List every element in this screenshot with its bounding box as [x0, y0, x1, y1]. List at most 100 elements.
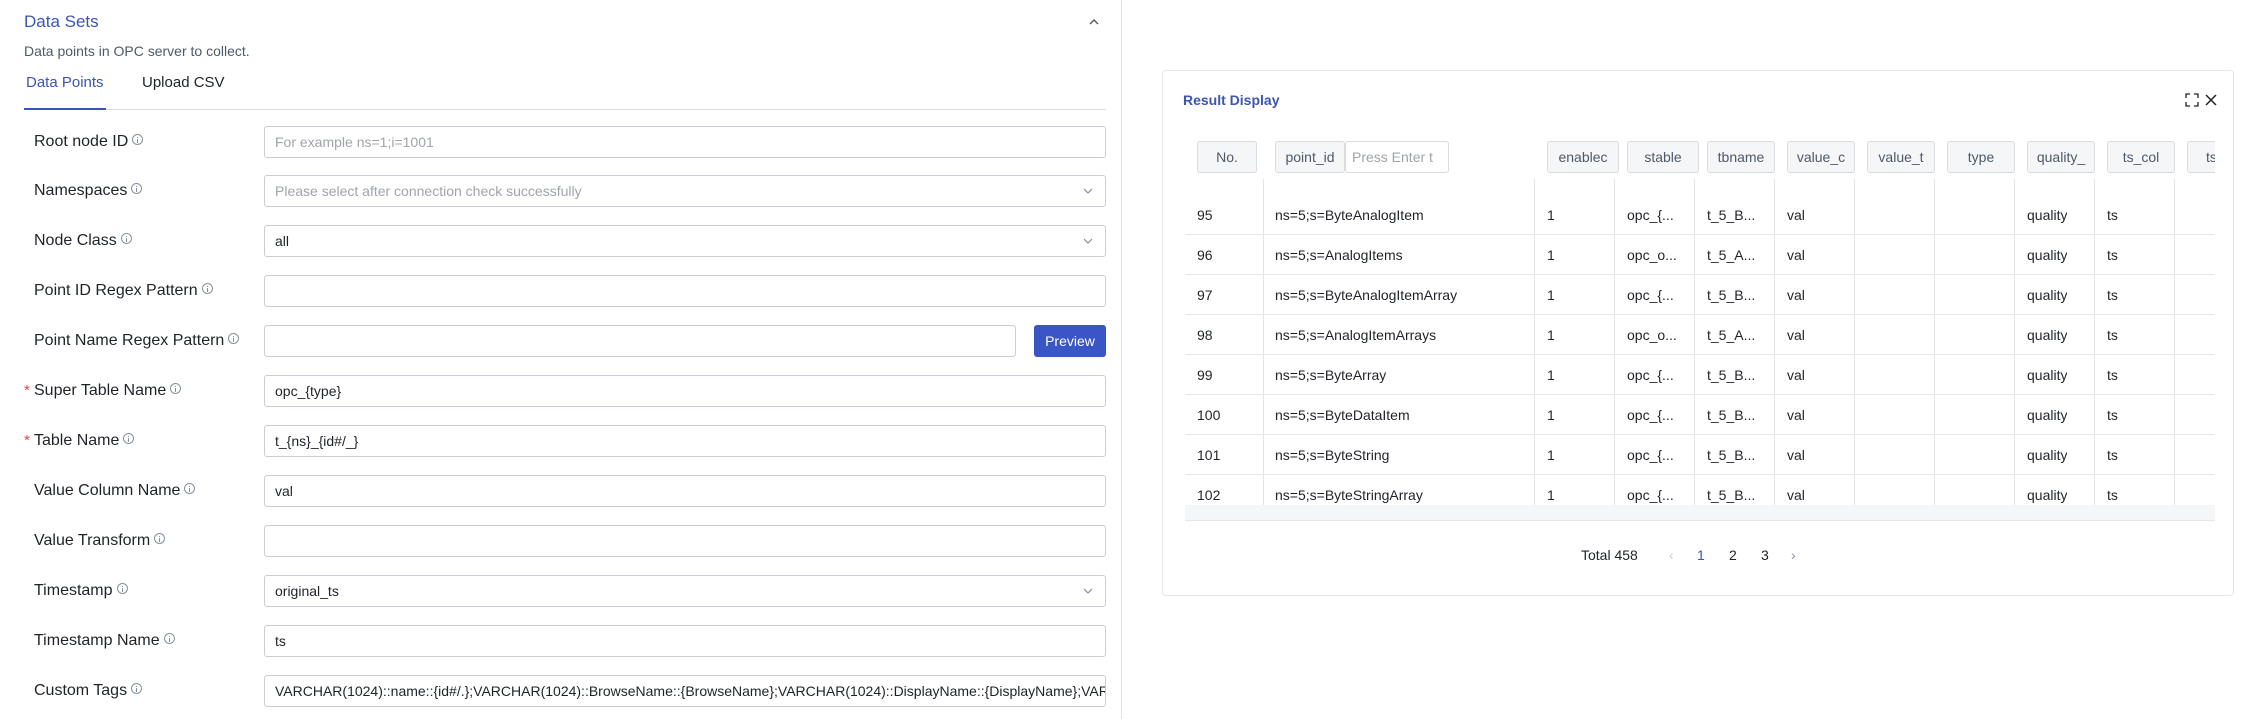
label-text: Custom Tags	[34, 682, 128, 699]
form-row-value-column: Value Column Name val	[24, 474, 1106, 508]
cell-no: 100	[1197, 407, 1221, 423]
table-row[interactable]: 97 ns=5;s=ByteAnalogItemArray 1 opc_{... t_5…	[1185, 275, 2215, 315]
table-row[interactable]: 96 ns=5;s=AnalogItems 1 opc_o... t_5_A... val…	[1185, 235, 2215, 275]
info-icon[interactable]	[131, 683, 143, 695]
cell-value-col: val	[1787, 407, 1805, 423]
cell-stable: opc_{...	[1627, 207, 1674, 223]
horizontal-scrollbar[interactable]	[1185, 505, 2215, 520]
chevron-up-icon[interactable]	[1084, 12, 1104, 32]
info-icon[interactable]	[201, 283, 213, 295]
info-icon[interactable]	[170, 383, 182, 395]
page-1[interactable]: 1	[1697, 547, 1705, 563]
column-header-type[interactable]: type	[1947, 141, 2015, 173]
info-icon[interactable]	[116, 583, 128, 595]
cell-stable: opc_{...	[1627, 287, 1674, 303]
super-table-label: * Super Table Name	[24, 374, 182, 408]
page-2[interactable]: 2	[1729, 547, 1737, 563]
cell-point-id: ns=5;s=AnalogItemArrays	[1275, 327, 1437, 343]
tab-bar: Data Points Upload CSV	[24, 68, 1106, 110]
value-column-label: Value Column Name	[34, 474, 196, 508]
cell-point-id: ns=5;s=AnalogItems	[1275, 247, 1403, 263]
select-value: all	[275, 233, 290, 249]
root-node-input[interactable]: For example ns=1;i=1001	[264, 126, 1106, 158]
cell-enabled: 1	[1547, 247, 1555, 263]
column-header-tbname[interactable]: tbname	[1707, 141, 1775, 173]
tab-upload-csv[interactable]: Upload CSV	[142, 68, 225, 110]
chevron-down-icon	[1083, 588, 1093, 594]
cell-ts-col: ts	[2107, 207, 2118, 223]
column-header-point-id[interactable]: point_id	[1275, 141, 1345, 173]
required-mark: *	[24, 382, 30, 399]
form-row-timestamp-name: Timestamp Name ts	[24, 624, 1106, 658]
value-column-input[interactable]: val	[264, 475, 1106, 507]
info-icon[interactable]	[228, 333, 240, 345]
section-header[interactable]: Data Sets	[24, 10, 1104, 38]
value-transform-input[interactable]	[264, 525, 1106, 557]
info-icon[interactable]	[184, 483, 196, 495]
cell-quality: quality	[2027, 327, 2068, 343]
cell-ts-col: ts	[2107, 367, 2118, 383]
node-class-select[interactable]: all	[264, 225, 1106, 257]
custom-tags-label: Custom Tags	[34, 674, 143, 708]
label-text: Point ID Regex Pattern	[34, 282, 198, 299]
table-row[interactable]: 101 ns=5;s=ByteString 1 opc_{... t_5_B... val…	[1185, 435, 2215, 475]
cell-ts-col: ts	[2107, 287, 2118, 303]
super-table-input[interactable]: opc_{type}	[264, 375, 1106, 407]
info-icon[interactable]	[132, 134, 144, 146]
cell-point-id: ns=5;s=ByteAnalogItem	[1275, 207, 1424, 223]
cell-value-col: val	[1787, 447, 1805, 463]
prev-page-icon[interactable]: ‹	[1669, 547, 1674, 563]
cell-tbname: t_5_B...	[1707, 367, 1756, 383]
node-class-label: Node Class	[34, 224, 132, 258]
data-sets-panel: Data Sets Data points in OPC server to c…	[0, 0, 1122, 719]
preview-button[interactable]: Preview	[1034, 325, 1106, 357]
cell-value-col: val	[1787, 327, 1805, 343]
column-header-ts-col[interactable]: ts_col	[2107, 141, 2175, 173]
column-header-value-col[interactable]: value_c	[1787, 141, 1855, 173]
point-name-regex-label: Point Name Regex Pattern	[34, 324, 240, 358]
table-name-input[interactable]: t_{ns}_{id#/_}	[264, 425, 1106, 457]
column-header-enabled[interactable]: enablec	[1547, 141, 1619, 173]
point-name-regex-input[interactable]	[264, 325, 1016, 357]
info-icon[interactable]	[163, 633, 175, 645]
fullscreen-icon[interactable]	[2185, 93, 2199, 107]
table-row[interactable]: 99 ns=5;s=ByteArray 1 opc_{... t_5_B... val qu…	[1185, 355, 2215, 395]
timestamp-label: Timestamp	[34, 574, 128, 608]
section-description: Data points in OPC server to collect.	[24, 43, 250, 59]
root-node-label: Root node ID	[34, 125, 144, 159]
page-3[interactable]: 3	[1761, 547, 1769, 563]
timestamp-select[interactable]: original_ts	[264, 575, 1106, 607]
column-header-value-transform[interactable]: value_t	[1867, 141, 1935, 173]
cell-value-col: val	[1787, 287, 1805, 303]
label-text: Value Transform	[34, 532, 151, 549]
cell-stable: opc_{...	[1627, 367, 1674, 383]
namespaces-select[interactable]: Please select after connection check suc…	[264, 175, 1106, 207]
table-name-label: * Table Name	[24, 424, 135, 458]
cell-tbname: t_5_A...	[1707, 247, 1756, 263]
column-header-stable[interactable]: stable	[1627, 141, 1699, 173]
section-title: Data Sets	[24, 12, 99, 31]
table-row[interactable]: 100 ns=5;s=ByteDataItem 1 opc_{... t_5_B... v…	[1185, 395, 2215, 435]
info-icon[interactable]	[120, 233, 132, 245]
custom-tags-input[interactable]: VARCHAR(1024)::name::{id#/.};VARCHAR(102…	[264, 675, 1106, 707]
info-icon[interactable]	[131, 183, 143, 195]
point-id-filter-input[interactable]: Press Enter t	[1345, 141, 1449, 173]
label-text: Table Name	[34, 432, 120, 449]
close-icon[interactable]	[2203, 92, 2219, 108]
info-icon[interactable]	[123, 433, 135, 445]
timestamp-name-input[interactable]: ts	[264, 625, 1106, 657]
table-row[interactable]: 95 ns=5;s=ByteAnalogItem 1 opc_{... t_5_B...…	[1185, 195, 2215, 235]
tab-data-points[interactable]: Data Points	[24, 68, 106, 110]
cell-ts-col: ts	[2107, 327, 2118, 343]
select-value: original_ts	[275, 583, 339, 599]
form-row-timestamp: Timestamp original_ts	[24, 574, 1106, 608]
select-placeholder: Please select after connection check suc…	[275, 183, 582, 199]
info-icon[interactable]	[154, 533, 166, 545]
column-header-quality[interactable]: quality_	[2027, 141, 2095, 173]
column-header-ts[interactable]: ts	[2187, 141, 2215, 173]
next-page-icon[interactable]: ›	[1791, 547, 1796, 563]
cell-point-id: ns=5;s=ByteAnalogItemArray	[1275, 287, 1458, 303]
column-header-no[interactable]: No.	[1197, 141, 1257, 173]
table-row[interactable]: 98 ns=5;s=AnalogItemArrays 1 opc_o... t_5_A.…	[1185, 315, 2215, 355]
point-id-regex-input[interactable]	[264, 275, 1106, 307]
